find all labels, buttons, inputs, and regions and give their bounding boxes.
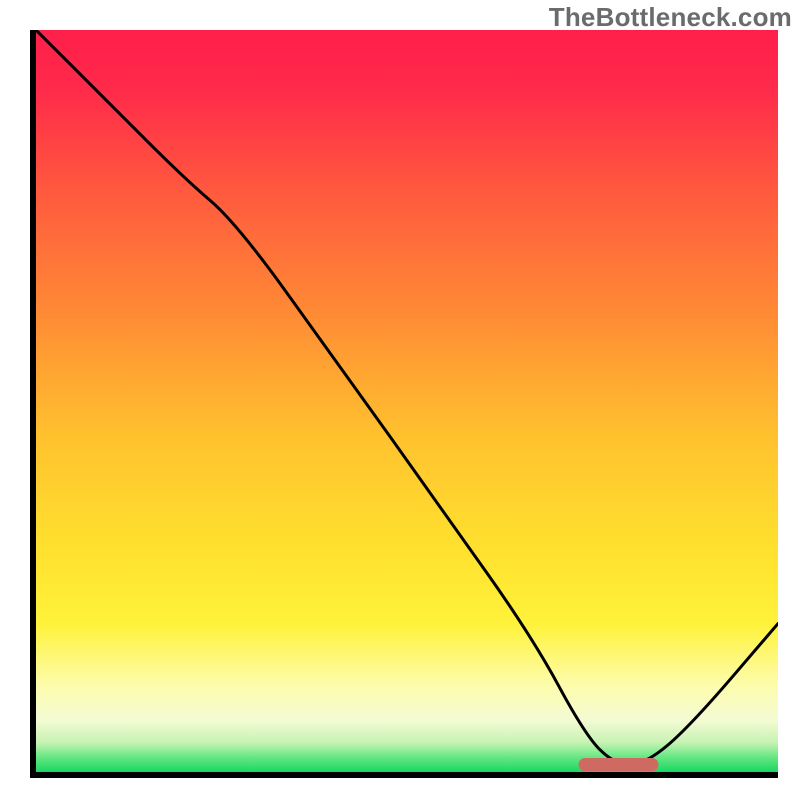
watermark-text: TheBottleneck.com (549, 2, 792, 33)
curve-layer (36, 30, 778, 772)
chart-stage: TheBottleneck.com (0, 0, 800, 800)
bottleneck-curve (36, 30, 778, 765)
plot-frame (30, 30, 778, 778)
plot-area (36, 30, 778, 772)
